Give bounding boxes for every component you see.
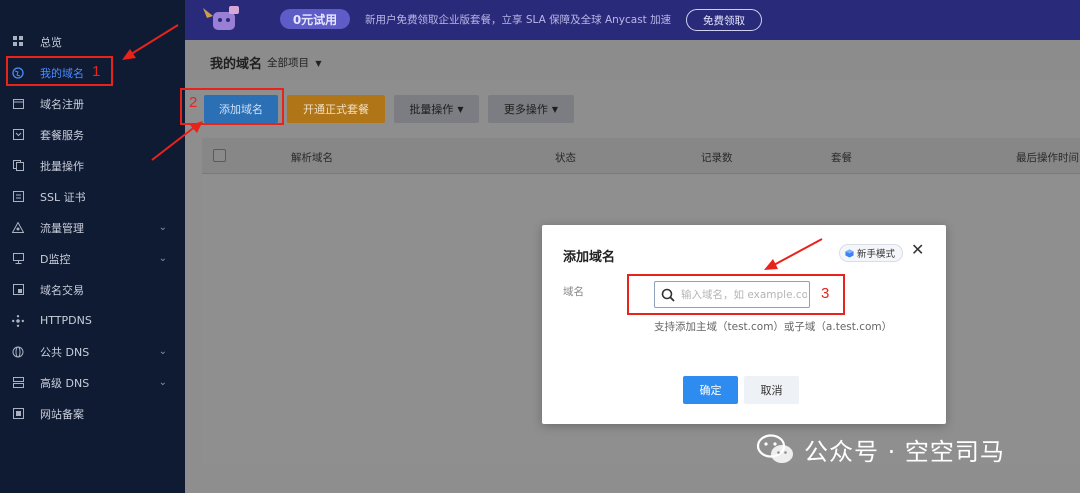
- network-icon: [12, 314, 24, 327]
- page-header: 我的域名 全部项目 ▼: [185, 40, 1080, 80]
- promo-banner: 0元试用 新用户免费领取企业版套餐，立享 SLA 保障及全球 Anycast 加…: [185, 0, 1080, 40]
- record-icon: [12, 408, 24, 420]
- calendar-icon: [12, 98, 24, 110]
- sidebar-item-label: 高级 DNS: [40, 376, 90, 390]
- column-header: 套餐: [831, 152, 852, 164]
- watermark: 公众号 · 空空司马: [756, 432, 1005, 467]
- more-ops-button[interactable]: 更多操作 ▼: [488, 95, 574, 123]
- sidebar-item-label: 套餐服务: [40, 128, 84, 142]
- sidebar-item-label: SSL 证书: [40, 190, 86, 204]
- sidebar-item-label: 流量管理: [40, 221, 84, 235]
- page-title: 我的域名: [210, 57, 263, 72]
- sidebar-item-label: 网站备案: [40, 407, 84, 421]
- column-header: 最后操作时间: [1016, 152, 1079, 164]
- sidebar-item-label: HTTPDNS: [40, 314, 92, 327]
- confirm-button[interactable]: 确定: [683, 376, 738, 404]
- sidebar-item-overview[interactable]: 总览: [0, 26, 185, 57]
- sidebar-item-label: 域名交易: [40, 283, 84, 297]
- sidebar-item-ssl[interactable]: SSL 证书: [0, 181, 185, 212]
- chevron-down-icon[interactable]: ⌄: [159, 377, 167, 388]
- sidebar-item-label: 公共 DNS: [40, 345, 90, 359]
- column-header: 状态: [555, 152, 576, 164]
- project-filter-label: 全部项目: [267, 57, 309, 69]
- traffic-icon: [12, 222, 24, 234]
- sidebar-item-public-dns[interactable]: 公共 DNS ⌄: [0, 336, 185, 367]
- dialog-title: 添加域名: [563, 250, 616, 265]
- sidebar-item-label: 总览: [40, 35, 62, 49]
- sidebar-item-traffic[interactable]: 流量管理 ⌄: [0, 212, 185, 243]
- column-header: 记录数: [701, 152, 733, 164]
- sidebar-item-httpdns[interactable]: HTTPDNS: [0, 305, 185, 336]
- grid-icon: [12, 36, 24, 48]
- cube-icon: [845, 248, 854, 258]
- cancel-button[interactable]: 取消: [744, 376, 799, 404]
- open-package-button[interactable]: 开通正式套餐: [287, 95, 385, 123]
- annotation-number-2: 2: [189, 94, 198, 111]
- close-icon[interactable]: ✕: [911, 242, 924, 258]
- caret-down-icon: ▼: [551, 104, 559, 114]
- sidebar-item-domain-trade[interactable]: 域名交易: [0, 274, 185, 305]
- sidebar-item-label: D监控: [40, 252, 71, 266]
- sidebar-item-icp[interactable]: 网站备案: [0, 398, 185, 429]
- monitor-icon: [12, 253, 24, 265]
- watermark-text: 公众号 · 空空司马: [804, 438, 1005, 466]
- trade-icon: [12, 284, 24, 296]
- sidebar-item-domain-register[interactable]: 域名注册: [0, 88, 185, 119]
- column-header: 解析域名: [291, 152, 333, 164]
- domain-field-label: 域名: [563, 286, 584, 298]
- domain-table-header: 解析域名 状态 记录数 套餐 最后操作时间: [202, 138, 1080, 174]
- promo-text: 新用户免费领取企业版套餐，立享 SLA 保障及全球 Anycast 加速: [365, 14, 672, 26]
- caret-down-icon: ▼: [457, 104, 464, 114]
- wechat-icon: [756, 433, 793, 463]
- domain-help-text: 支持添加主域（test.com）或子域（a.test.com）: [654, 321, 893, 333]
- beginner-mode-toggle[interactable]: 新手模式: [839, 244, 904, 262]
- promo-pill: 0元试用: [280, 9, 350, 29]
- sidebar-item-advanced-dns[interactable]: 高级 DNS ⌄: [0, 367, 185, 398]
- annotation-number-1: 1: [92, 63, 101, 80]
- project-filter[interactable]: 全部项目 ▼: [267, 55, 322, 70]
- annotation-box-3: [627, 274, 845, 315]
- sidebar-item-label: 域名注册: [40, 97, 84, 111]
- add-domain-dialog: 添加域名 新手模式 ✕ 域名 支持添加主域（test.com）或子域（a.tes…: [542, 225, 946, 424]
- copy-icon: [12, 160, 24, 172]
- beginner-mode-label: 新手模式: [857, 249, 896, 260]
- free-claim-button[interactable]: 免费领取: [686, 9, 762, 31]
- batch-ops-label: 批量操作: [409, 103, 454, 116]
- package-icon: [12, 129, 24, 141]
- sidebar-item-label: 批量操作: [40, 159, 84, 173]
- chevron-down-icon[interactable]: ⌄: [159, 346, 167, 357]
- annotation-number-3: 3: [821, 285, 830, 302]
- globe-settings-icon: [12, 346, 24, 358]
- caret-down-icon: ▼: [315, 59, 322, 68]
- certificate-icon: [12, 191, 24, 203]
- sidebar-item-d-monitor[interactable]: D监控 ⌄: [0, 243, 185, 274]
- batch-ops-button[interactable]: 批量操作 ▼: [394, 95, 479, 123]
- server-icon: [12, 377, 24, 389]
- select-all-checkbox[interactable]: [213, 149, 226, 162]
- mascot-icon: [203, 6, 239, 30]
- chevron-down-icon[interactable]: ⌄: [159, 222, 167, 233]
- sidebar-item-packages[interactable]: 套餐服务: [0, 119, 185, 150]
- sidebar-item-batch[interactable]: 批量操作: [0, 150, 185, 181]
- more-ops-label: 更多操作: [503, 103, 548, 116]
- chevron-down-icon[interactable]: ⌄: [159, 253, 167, 264]
